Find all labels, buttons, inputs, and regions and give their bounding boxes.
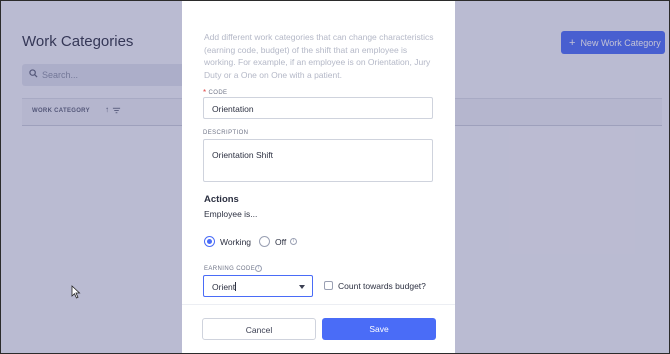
work-category-dialog: Add different work categories that can c… (182, 1, 455, 353)
dialog-description: Add different work categories that can c… (204, 32, 434, 80)
count-towards-budget-checkbox[interactable] (324, 281, 333, 290)
chevron-down-icon[interactable] (299, 285, 305, 289)
code-label-text: CODE (208, 90, 228, 96)
app-frame: Work Categories Search... WORK CATEGORY … (0, 0, 670, 354)
text-cursor (235, 282, 237, 291)
dialog-footer-divider (182, 304, 455, 305)
info-icon[interactable]: i (255, 265, 262, 272)
description-label: DESCRIPTION (203, 130, 249, 136)
radio-off[interactable] (259, 236, 270, 247)
employee-is-label: Employee is... (204, 209, 258, 219)
required-asterisk: * (203, 88, 207, 97)
code-label: * CODE (203, 87, 228, 97)
radio-working-label[interactable]: Working (220, 237, 251, 247)
description-textarea[interactable]: Orientation Shift (203, 139, 433, 182)
mouse-pointer-icon (71, 285, 81, 299)
earning-code-select[interactable]: Orient (203, 275, 313, 297)
code-input[interactable]: Orientation (203, 97, 433, 119)
earning-code-value: Orient (212, 282, 236, 292)
radio-off-label[interactable]: Off (275, 237, 286, 247)
save-button[interactable]: Save (322, 318, 436, 340)
cancel-button[interactable]: Cancel (202, 318, 316, 340)
info-icon[interactable]: i (290, 238, 297, 245)
count-towards-budget-label[interactable]: Count towards budget? (338, 281, 426, 291)
radio-working[interactable] (204, 236, 215, 247)
actions-heading: Actions (204, 194, 239, 205)
earning-code-label: EARNING CODE (204, 266, 256, 272)
